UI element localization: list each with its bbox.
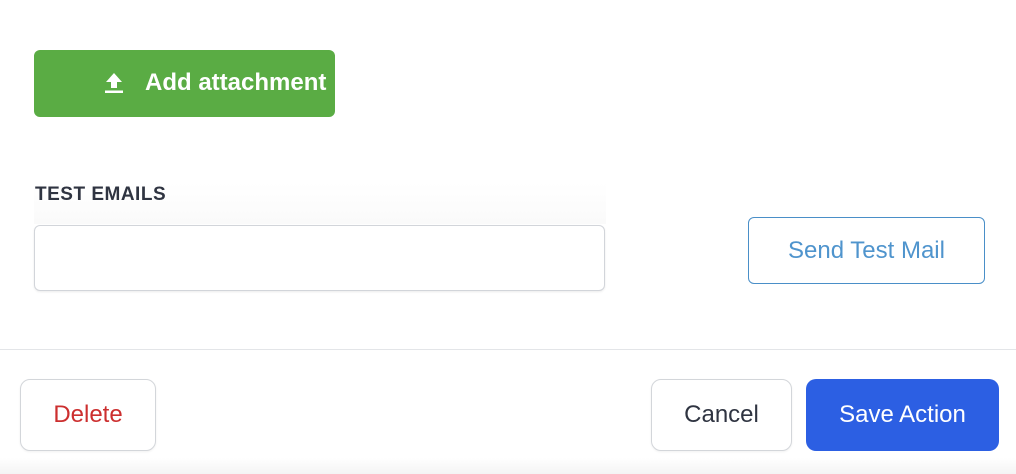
- upload-icon: [102, 71, 126, 95]
- delete-button[interactable]: Delete: [20, 379, 156, 451]
- test-emails-input[interactable]: [34, 225, 605, 291]
- add-attachment-button[interactable]: Add attachment: [34, 50, 335, 117]
- bottom-shadow: [0, 458, 1016, 474]
- save-action-button[interactable]: Save Action: [806, 379, 999, 451]
- cancel-button[interactable]: Cancel: [651, 379, 792, 451]
- test-emails-label: TEST EMAILS: [35, 184, 167, 205]
- footer-divider: [0, 349, 1016, 350]
- send-test-mail-button[interactable]: Send Test Mail: [748, 217, 985, 284]
- add-attachment-label: Add attachment: [145, 69, 327, 96]
- action-editor-panel: Add attachment TEST EMAILS Send Test Mai…: [0, 0, 1016, 474]
